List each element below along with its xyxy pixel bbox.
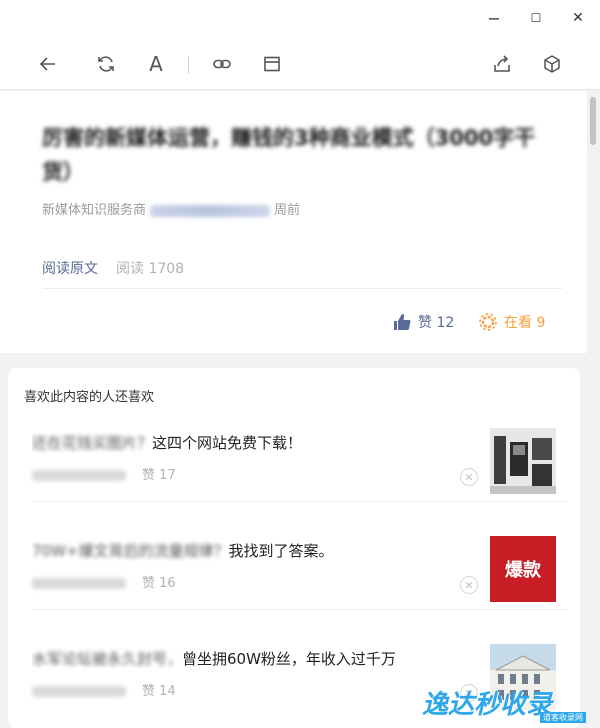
refresh-button[interactable] bbox=[94, 52, 118, 76]
watermark-logo: 逸达秒收录 bbox=[422, 690, 553, 720]
scrollbar[interactable] bbox=[589, 91, 598, 728]
scrollbar-thumb[interactable] bbox=[590, 97, 596, 145]
rec-title-blurred: 70W+爆文背后的流量规律？ bbox=[32, 542, 229, 560]
article-card: 厉害的新媒体运营，赚钱的3种商业模式（3000字干货） 新媒体知识服务商 周前 阅… bbox=[0, 91, 587, 353]
rec-title-clear: 曾坐拥60W粉丝，年收入过千万 bbox=[182, 650, 396, 668]
thumbs-up-icon bbox=[394, 314, 411, 330]
rec-title-blurred: 水军论坛被永久封号， bbox=[32, 650, 183, 668]
maximize-button[interactable]: ☐ bbox=[524, 8, 548, 28]
rec-likes: 赞 16 bbox=[142, 576, 176, 591]
open-window-button[interactable] bbox=[260, 52, 284, 76]
divider bbox=[32, 609, 568, 610]
rec-title-clear: 这四个网站免费下载！ bbox=[152, 434, 303, 452]
window-icon bbox=[264, 56, 280, 72]
rec-likes: 赞 17 bbox=[142, 468, 176, 483]
font-size-button[interactable]: A bbox=[144, 52, 168, 76]
divider bbox=[32, 501, 568, 502]
close-icon: ✕ bbox=[464, 470, 474, 484]
account-name-redacted bbox=[32, 578, 126, 589]
recommendations-panel: 喜欢此内容的人还喜欢 还在花钱买图片？这四个网站免费下载！ 赞 17 ✕ 70W… bbox=[8, 368, 580, 728]
close-icon: ✕ bbox=[572, 10, 584, 26]
toolbar: A bbox=[0, 36, 600, 90]
rec-meta: 赞 14 bbox=[32, 680, 176, 699]
article-title: 厉害的新媒体运营，赚钱的3种商业模式（3000字干货） bbox=[42, 121, 562, 189]
rec-thumbnail: 爆款 bbox=[490, 536, 556, 602]
article-title-blurred: 赚钱的3种商业模式 bbox=[231, 126, 414, 150]
link-icon bbox=[213, 59, 231, 69]
read-original-link[interactable]: 阅读原文 bbox=[42, 261, 98, 277]
rec-title: 水军论坛被永久封号，曾坐拥60W粉丝，年收入过千万 bbox=[32, 648, 477, 669]
maximize-icon: ☐ bbox=[530, 11, 542, 25]
divider bbox=[42, 288, 562, 289]
refresh-icon bbox=[98, 56, 114, 72]
read-row: 阅读原文 阅读 1708 bbox=[42, 258, 184, 278]
rec-meta: 赞 16 bbox=[32, 572, 176, 591]
list-item[interactable]: 70W+爆文背后的流量规律？我找到了答案。 赞 16 ✕ 爆款 bbox=[32, 524, 568, 610]
back-button[interactable] bbox=[36, 52, 60, 76]
share-icon bbox=[494, 55, 510, 72]
rec-title: 70W+爆文背后的流量规律？我找到了答案。 bbox=[32, 540, 477, 561]
minimize-icon: − bbox=[487, 8, 501, 28]
cube-icon bbox=[544, 55, 560, 73]
watermark-subtitle: 道客收录网 bbox=[540, 712, 586, 723]
rec-title: 还在花钱买图片？这四个网站免费下载！ bbox=[32, 432, 477, 453]
thumb-text: 爆款 bbox=[505, 560, 541, 581]
like-button[interactable]: 赞 12 bbox=[392, 312, 454, 332]
minimize-button[interactable]: − bbox=[482, 8, 506, 28]
font-icon: A bbox=[149, 52, 163, 76]
rec-title-clear: 我找到了答案。 bbox=[228, 542, 334, 560]
copy-link-button[interactable] bbox=[210, 52, 234, 76]
rec-title-blurred: 还在花钱买图片？ bbox=[32, 434, 153, 452]
share-button[interactable] bbox=[490, 52, 514, 76]
looking-icon bbox=[479, 313, 497, 331]
arrow-left-icon bbox=[39, 57, 55, 71]
rec-thumbnail bbox=[490, 428, 556, 494]
mini-program-button[interactable] bbox=[540, 52, 564, 76]
gallery-image-icon bbox=[490, 428, 556, 494]
rec-likes: 赞 14 bbox=[142, 684, 176, 699]
like-count: 赞 12 bbox=[418, 315, 455, 331]
list-item[interactable]: 还在花钱买图片？这四个网站免费下载！ 赞 17 ✕ bbox=[32, 416, 568, 502]
close-button[interactable]: ✕ bbox=[566, 8, 590, 28]
dismiss-button[interactable]: ✕ bbox=[460, 576, 478, 594]
article-source: 新媒体知识服务商 bbox=[42, 203, 147, 218]
rec-meta: 赞 17 bbox=[32, 464, 176, 483]
article-meta: 新媒体知识服务商 周前 bbox=[42, 199, 300, 218]
account-name-redacted bbox=[150, 204, 271, 217]
toolbar-separator bbox=[188, 56, 189, 74]
read-count: 阅读 1708 bbox=[116, 261, 185, 277]
looking-count: 在看 9 bbox=[504, 315, 546, 331]
looking-button[interactable]: 在看 9 bbox=[478, 312, 545, 332]
article-time: 周前 bbox=[274, 203, 301, 218]
article-title-part: 厉害的新媒体运营， bbox=[42, 126, 231, 150]
window-titlebar: − ☐ ✕ bbox=[0, 0, 600, 36]
close-icon: ✕ bbox=[464, 578, 474, 592]
recommendations-header: 喜欢此内容的人还喜欢 bbox=[24, 390, 155, 405]
dismiss-button[interactable]: ✕ bbox=[460, 468, 478, 486]
account-name-redacted bbox=[32, 686, 126, 697]
account-name-redacted bbox=[32, 470, 126, 481]
